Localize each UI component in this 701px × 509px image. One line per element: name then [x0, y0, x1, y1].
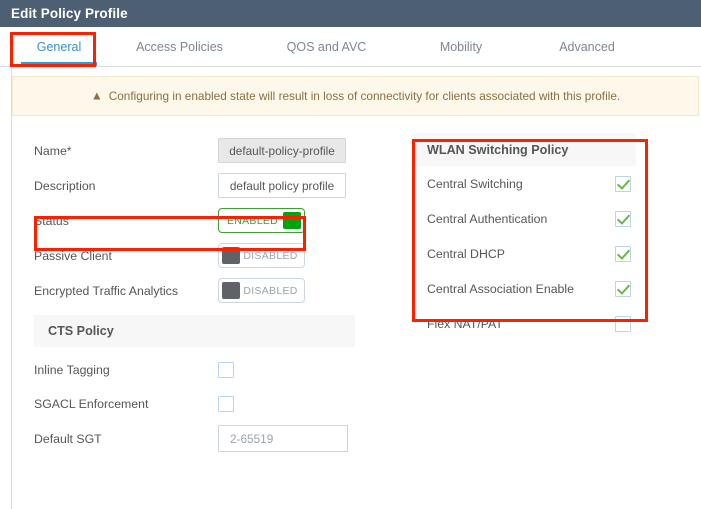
central-switching-label: Central Switching [427, 176, 523, 191]
passive-client-toggle-label: DISABLED [243, 249, 298, 262]
encrypted-traffic-analytics-toggle-label: DISABLED [243, 284, 298, 297]
field-row-flex-nat-pat: Flex NAT/PAT [412, 306, 701, 341]
central-authentication-label: Central Authentication [427, 211, 548, 226]
status-label: Status [34, 213, 69, 228]
passive-client-label: Passive Client [34, 248, 112, 263]
central-association-enable-checkbox[interactable] [615, 280, 631, 297]
field-row-central-association-enable: Central Association Enable [412, 271, 701, 306]
cts-policy-section-header: CTS Policy [34, 315, 355, 347]
description-label: Description [34, 178, 96, 193]
name-label: Name* [34, 143, 72, 158]
field-row-passive-client: Passive Client DISABLED [34, 238, 400, 273]
sgacl-enforcement-label: SGACL Enforcement [34, 397, 149, 411]
field-row-central-switching: Central Switching [412, 166, 701, 201]
window-titlebar: Edit Policy Profile [0, 0, 701, 27]
tab-mobility-label: Mobility [439, 39, 483, 54]
form-content: Name* default-policy-profile Description… [0, 116, 701, 456]
encrypted-traffic-analytics-label: Encrypted Traffic Analytics [34, 283, 178, 298]
tab-advanced[interactable]: Advanced [522, 27, 652, 66]
description-input[interactable]: default policy profile [218, 173, 346, 198]
central-authentication-checkbox[interactable] [615, 210, 631, 227]
default-sgt-label: Default SGT [34, 431, 102, 446]
cts-policy-title: CTS Policy [48, 324, 114, 338]
central-switching-checkbox[interactable] [615, 175, 631, 192]
warning-banner: ▲ Configuring in enabled state will resu… [12, 76, 699, 116]
tab-general-label: General [36, 39, 82, 54]
tab-access-policies-label: Access Policies [136, 39, 223, 54]
tab-qos-and-avc-label: QOS and AVC [286, 39, 367, 54]
field-row-inline-tagging: Inline Tagging [34, 353, 400, 387]
tab-qos-and-avc[interactable]: QOS and AVC [253, 27, 400, 66]
field-row-description: Description default policy profile [34, 168, 400, 203]
field-row-default-sgt: Default SGT 2-65519 [34, 421, 400, 456]
wlan-switching-policy-header: WLAN Switching Policy [412, 133, 636, 166]
warning-banner-wrapper: ▲ Configuring in enabled state will resu… [0, 67, 701, 116]
default-sgt-input[interactable]: 2-65519 [218, 425, 348, 452]
central-association-enable-label: Central Association Enable [427, 281, 574, 296]
encrypted-traffic-analytics-toggle[interactable]: DISABLED [218, 278, 305, 303]
tab-strip: General Access Policies QOS and AVC Mobi… [0, 27, 701, 67]
name-input[interactable]: default-policy-profile [218, 138, 346, 163]
general-settings-column: Name* default-policy-profile Description… [0, 133, 400, 456]
warning-banner-text: Configuring in enabled state will result… [108, 89, 621, 103]
page-left-rule [11, 68, 12, 509]
flex-nat-pat-checkbox[interactable] [615, 315, 631, 332]
field-row-name: Name* default-policy-profile [34, 133, 400, 168]
toggle-knob-icon [222, 247, 240, 264]
field-row-central-dhcp: Central DHCP [412, 236, 701, 271]
sgacl-enforcement-checkbox[interactable] [218, 396, 234, 412]
central-dhcp-label: Central DHCP [427, 246, 505, 261]
wlan-switching-policy-title: WLAN Switching Policy [427, 142, 569, 157]
field-row-encrypted-traffic-analytics: Encrypted Traffic Analytics DISABLED [34, 273, 400, 308]
field-row-status: Status ENABLED [34, 203, 400, 238]
wlan-switching-policy-column: WLAN Switching Policy Central Switching … [400, 133, 701, 456]
inline-tagging-label: Inline Tagging [34, 363, 110, 377]
flex-nat-pat-label: Flex NAT/PAT [427, 316, 503, 331]
status-toggle[interactable]: ENABLED [218, 208, 305, 233]
central-dhcp-checkbox[interactable] [615, 245, 631, 262]
toggle-knob-icon [283, 212, 301, 229]
inline-tagging-checkbox[interactable] [218, 362, 234, 378]
warning-triangle-icon: ▲ [90, 88, 103, 103]
field-row-sgacl-enforcement: SGACL Enforcement [34, 387, 400, 421]
field-row-central-authentication: Central Authentication [412, 201, 701, 236]
tab-general[interactable]: General [12, 27, 106, 66]
passive-client-toggle[interactable]: DISABLED [218, 243, 305, 268]
toggle-knob-icon [222, 282, 240, 299]
tab-mobility[interactable]: Mobility [400, 27, 522, 66]
status-toggle-label: ENABLED [226, 214, 279, 227]
tab-access-policies[interactable]: Access Policies [106, 27, 253, 66]
tab-advanced-label: Advanced [559, 39, 615, 54]
page-title: Edit Policy Profile [11, 6, 128, 21]
